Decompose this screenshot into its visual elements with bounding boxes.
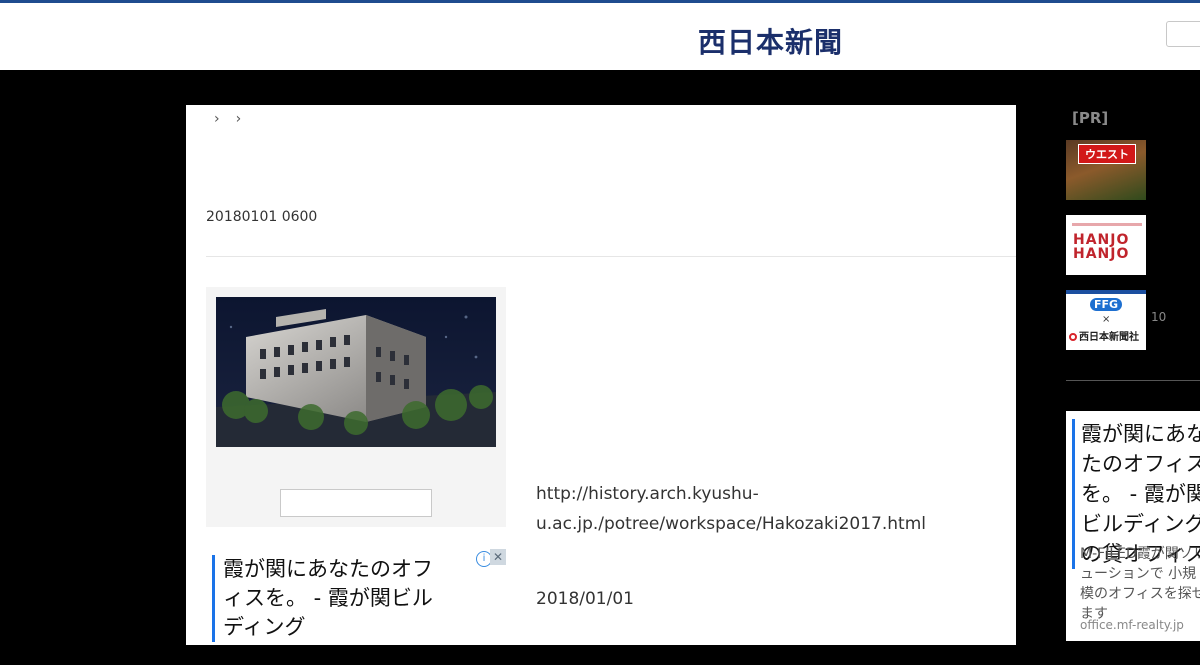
- sidebar-divider: [1066, 380, 1200, 381]
- caption-field[interactable]: [280, 489, 432, 517]
- thumb-company: 西日本新聞社: [1069, 328, 1139, 343]
- ad-description: M-FILED霞が関ソリューションで 小規模のオフィスを探せます: [1080, 546, 1200, 622]
- sidebar-thumb-west[interactable]: ウエスト: [1066, 140, 1146, 200]
- divider: [206, 256, 1016, 257]
- search-input[interactable]: [1166, 21, 1200, 47]
- article-panel: › › 20180101 0600 http://history.arch.ky…: [186, 105, 1016, 645]
- thumb-logo-text: HANJO HANJO: [1073, 232, 1130, 262]
- site-logo[interactable]: 西日本新聞: [698, 21, 843, 61]
- sidebar-thumb-ffg[interactable]: FFG × 西日本新聞社: [1066, 290, 1146, 350]
- publish-date: 2018/01/01: [536, 589, 634, 609]
- company-mark-icon: [1069, 333, 1077, 341]
- article-photo[interactable]: [216, 297, 496, 447]
- article-timestamp: 20180101 0600: [206, 209, 318, 225]
- sidebar-count: 10: [1151, 310, 1167, 324]
- ad-close-icon[interactable]: ✕: [490, 549, 506, 565]
- ad-banner-right[interactable]: 霞が関にあなたのオフィスを。 - 霞が関ビルディングの貸オフィス M-FILED…: [1066, 411, 1200, 641]
- article-photo-box: [206, 287, 506, 527]
- sidebar-thumb-hanjo[interactable]: HANJO HANJO: [1066, 215, 1146, 275]
- company-name: 西日本新聞社: [1079, 332, 1139, 343]
- ad-banner-left[interactable]: 霞が関にあなたのオフィスを。 - 霞が関ビルディング i ✕: [206, 545, 506, 665]
- source-url[interactable]: http://history.arch.kyushu-u.ac.jp./potr…: [536, 479, 996, 539]
- ad-headline[interactable]: 霞が関にあなたのオフィスを。 - 霞が関ビルディング: [212, 555, 433, 642]
- pr-label: [PR]: [1072, 109, 1109, 127]
- thumb-badge: ウエスト: [1078, 144, 1136, 164]
- breadcrumb: › ›: [214, 111, 257, 127]
- thumb-cross: ×: [1102, 314, 1111, 325]
- thumb-decor: [1072, 223, 1142, 226]
- ffg-logo: FFG: [1090, 298, 1123, 311]
- breadcrumb-separator: ›: [235, 111, 242, 127]
- breadcrumb-separator: ›: [214, 111, 220, 127]
- site-header: 西日本新聞: [0, 0, 1200, 70]
